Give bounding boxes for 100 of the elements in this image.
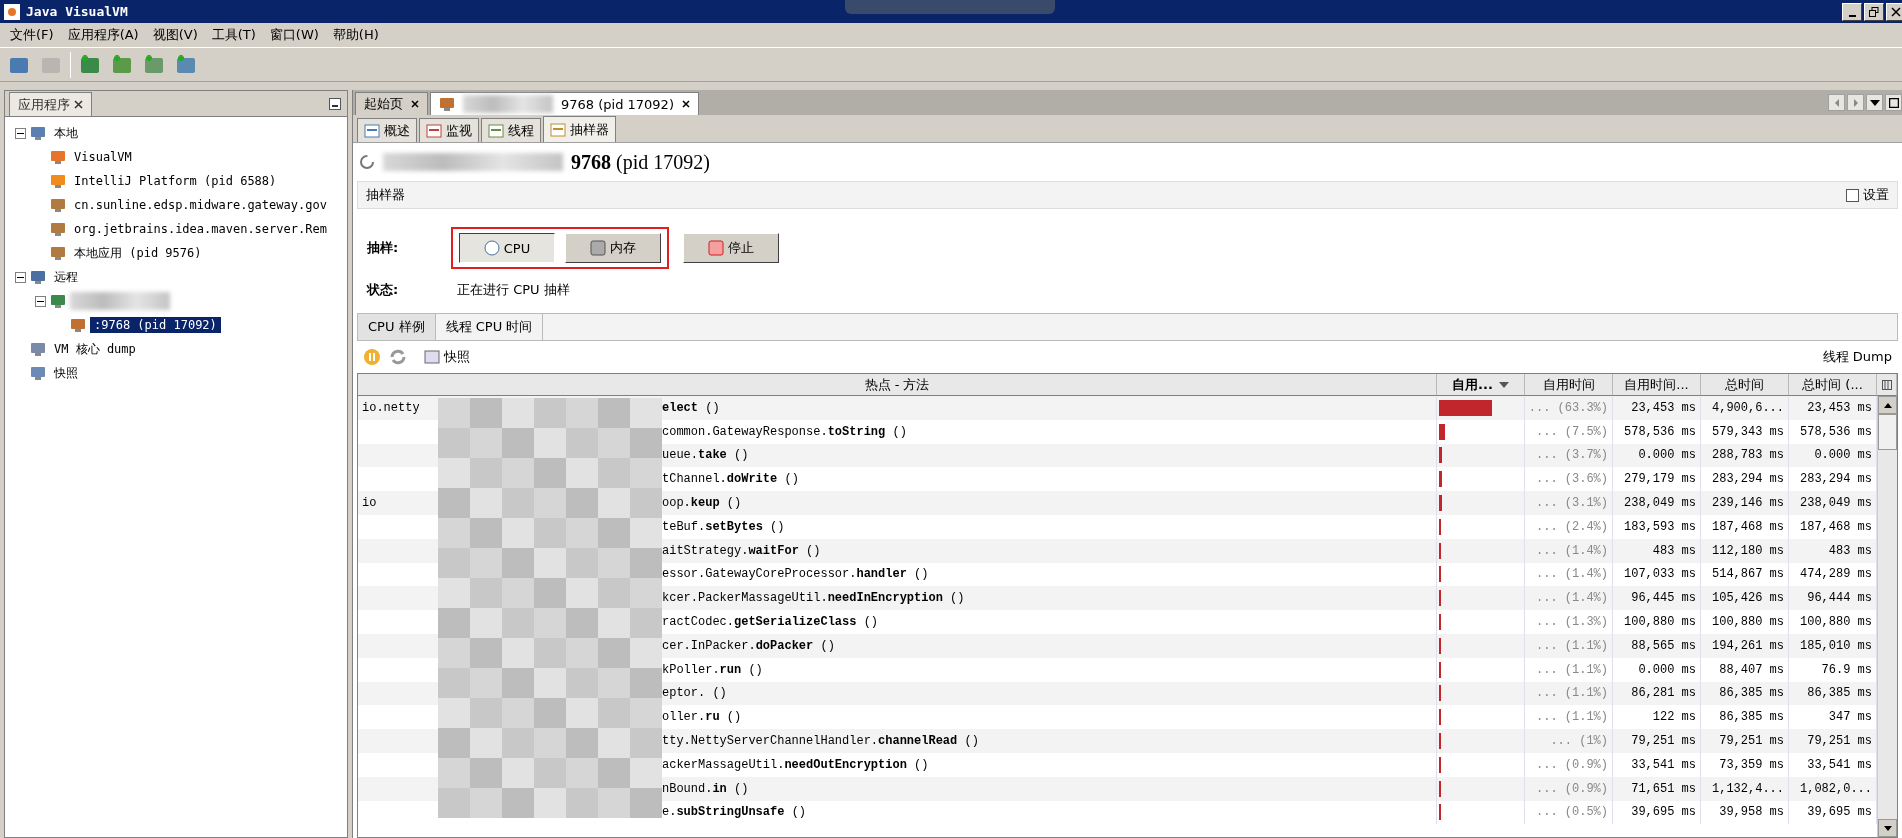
close-icon[interactable] bbox=[411, 100, 419, 108]
method-text: e.subStringUnsafe () bbox=[662, 805, 807, 820]
tree-item[interactable]: 本地应用 (pid 9576) bbox=[70, 243, 206, 263]
results-tab[interactable]: CPU 样例 bbox=[358, 314, 436, 340]
tree-item[interactable]: cn.sunline.edsp.midware.gateway.gov bbox=[70, 197, 331, 213]
restore-button[interactable] bbox=[1864, 2, 1884, 21]
table-cell: 483 ms bbox=[1613, 538, 1701, 563]
column-header[interactable]: 自用时间 bbox=[1525, 374, 1613, 396]
scroll-down-button[interactable] bbox=[1878, 819, 1897, 837]
table-cell: ... (0.9%) bbox=[1525, 752, 1613, 777]
view-tab[interactable]: 线程 bbox=[481, 118, 541, 142]
view-tab[interactable]: 监视 bbox=[419, 118, 479, 142]
column-header[interactable]: 自用... bbox=[1437, 374, 1525, 396]
tree-item[interactable]: 快照 bbox=[50, 363, 82, 383]
scrollbar-thumb[interactable] bbox=[1878, 414, 1897, 450]
minimize-button[interactable] bbox=[1842, 2, 1862, 21]
method-text: elect () bbox=[662, 400, 720, 415]
restore-icon bbox=[1869, 6, 1879, 17]
table-cell: 4,900,6... bbox=[1701, 396, 1789, 420]
results-tab[interactable]: 线程 CPU 时间 bbox=[435, 314, 544, 340]
table-cell: 79,251 ms bbox=[1701, 729, 1789, 753]
sampler-button[interactable]: 内存 bbox=[565, 233, 661, 263]
column-header[interactable]: 总时间 (... bbox=[1789, 374, 1877, 396]
close-button[interactable] bbox=[1886, 2, 1902, 21]
table-cell: ... (7.5%) bbox=[1525, 419, 1613, 444]
tab-icon bbox=[488, 123, 504, 138]
tree-item[interactable]: 本地 bbox=[50, 123, 82, 143]
table-cell: ... (3.1%) bbox=[1525, 491, 1613, 515]
add-item-icon bbox=[111, 53, 133, 76]
menu-item[interactable]: 文件(F) bbox=[4, 24, 60, 46]
collapse-toggle[interactable] bbox=[35, 295, 46, 307]
tree-item[interactable]: VisualVM bbox=[70, 149, 136, 165]
application-heading: 9768 (pid 17092) bbox=[571, 150, 710, 174]
tree-item[interactable]: org.jetbrains.idea.maven.server.Rem bbox=[70, 221, 331, 237]
clock-icon bbox=[483, 240, 500, 256]
tree-item[interactable]: :9768 (pid 17092) bbox=[90, 317, 221, 333]
grid-icon bbox=[1881, 379, 1892, 390]
snapshot-button[interactable]: 快照 bbox=[424, 348, 470, 366]
monitor-icon bbox=[30, 125, 46, 141]
view-tab[interactable]: 抽样器 bbox=[543, 116, 616, 142]
thread-dump-button[interactable]: 线程 Dump bbox=[1822, 348, 1892, 366]
view-tab[interactable]: 概述 bbox=[357, 118, 417, 142]
tab-label: 9768 (pid 17092) bbox=[561, 96, 674, 112]
table-cell: 579,343 ms bbox=[1701, 419, 1789, 444]
method-text: oller.ru () bbox=[662, 710, 742, 725]
sampler-button[interactable]: CPU bbox=[459, 233, 555, 263]
collapse-toggle[interactable] bbox=[15, 127, 26, 139]
dropdown-button[interactable] bbox=[1866, 94, 1883, 111]
window-grip[interactable] bbox=[845, 0, 1055, 14]
method-text: ractCodec.getSerializeClass () bbox=[662, 615, 879, 630]
scroll-left-button[interactable] bbox=[1828, 94, 1845, 111]
close-icon[interactable] bbox=[74, 100, 83, 109]
sort-caret-icon bbox=[1498, 381, 1509, 388]
method-text: cer.InPacker.doPacker () bbox=[662, 638, 835, 653]
method-text: essor.GatewayCoreProcessor.handler () bbox=[662, 567, 929, 582]
table-cell: 100,880 ms bbox=[1613, 610, 1701, 634]
panel-tab[interactable]: 应用程序 bbox=[9, 92, 92, 116]
method-text: kPoller.run () bbox=[662, 662, 763, 677]
table-cell: ... (1.1%) bbox=[1525, 633, 1613, 658]
refresh-icon[interactable] bbox=[389, 348, 407, 366]
table-cell: 39,958 ms bbox=[1701, 800, 1789, 825]
menu-item[interactable]: 视图(V) bbox=[146, 24, 204, 46]
table-cell: 88,565 ms bbox=[1613, 633, 1701, 658]
stop-icon bbox=[708, 240, 724, 256]
menu-item[interactable]: 帮助(H) bbox=[326, 24, 385, 46]
editor-tab[interactable]: 起始页 bbox=[355, 92, 428, 115]
maximize-button[interactable] bbox=[1885, 94, 1902, 111]
table-cell: ... (1%) bbox=[1525, 729, 1613, 753]
down-arrow-icon bbox=[1883, 825, 1892, 831]
method-text: aitStrategy.waitFor () bbox=[662, 543, 821, 558]
settings-checkbox[interactable]: 设置 bbox=[1846, 186, 1889, 204]
method-text: oop.keup () bbox=[662, 496, 742, 511]
column-header[interactable]: 热点 - 方法 bbox=[358, 374, 1437, 396]
collapse-toggle[interactable] bbox=[15, 271, 26, 283]
method-text: ueue.take () bbox=[662, 448, 749, 463]
tree-item[interactable]: IntelliJ Platform (pid 6588) bbox=[70, 173, 281, 189]
table-cell: 23,453 ms bbox=[1613, 396, 1701, 420]
table-cell: ... (63.3%) bbox=[1525, 396, 1613, 420]
table-cell: 88,407 ms bbox=[1701, 657, 1789, 682]
table-cell: 112,180 ms bbox=[1701, 538, 1789, 563]
method-text: nBound.in () bbox=[662, 781, 749, 796]
column-header[interactable]: 总时间 bbox=[1701, 374, 1789, 396]
app-logo-icon bbox=[4, 3, 20, 20]
table-cell: 71,651 ms bbox=[1613, 776, 1701, 801]
menu-item[interactable]: 应用程序(A) bbox=[61, 24, 145, 46]
package-text: io bbox=[362, 496, 377, 511]
close-icon[interactable] bbox=[681, 100, 690, 108]
tab-label: 起始页 bbox=[364, 95, 403, 113]
method-text: common.GatewayResponse.toString () bbox=[662, 424, 907, 439]
tree-item[interactable]: 远程 bbox=[50, 267, 82, 287]
column-chooser-icon[interactable] bbox=[1877, 374, 1897, 396]
menu-item[interactable]: 窗口(W) bbox=[263, 24, 325, 46]
column-header[interactable]: 自用时间... bbox=[1613, 374, 1701, 396]
minimize-panel-icon[interactable] bbox=[329, 98, 341, 110]
editor-tab[interactable]: 9768 (pid 17092) bbox=[430, 92, 699, 115]
table-cell: 73,359 ms bbox=[1701, 752, 1789, 777]
scroll-up-button[interactable] bbox=[1878, 396, 1897, 414]
menu-item[interactable]: 工具(T) bbox=[205, 24, 262, 46]
tree-item[interactable]: VM 核心 dump bbox=[50, 339, 140, 359]
sampler-button[interactable]: 停止 bbox=[683, 233, 779, 263]
